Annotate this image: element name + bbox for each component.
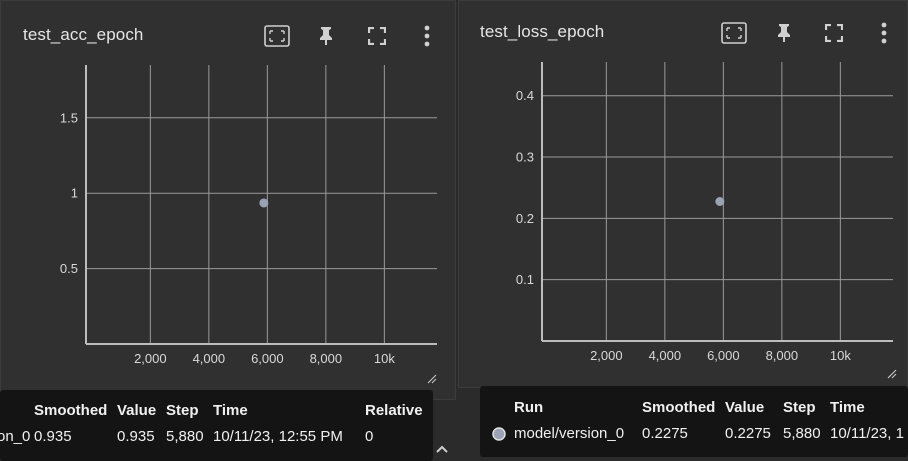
header-time: Time [830,399,865,416]
cell-time: 10/11/23, 12:55 PM [213,428,343,445]
x-tick-label: 2,000 [590,348,623,363]
x-tick-label: 10k [374,351,395,366]
chart-card-test-acc-epoch: test_acc_epoch 2,000 4,000 6,000 8,000 10k 0.… [0,0,456,400]
x-tick-label: 8,000 [766,348,799,363]
chevron-up-icon[interactable] [435,444,449,454]
chart-test-acc-epoch[interactable]: 2,000 4,000 6,000 8,000 10k 0.5 1 1.5 [1,1,456,400]
header-step: Step [783,399,816,416]
y-tick-label: 0.2 [516,211,534,226]
cell-smoothed: 0.2275 [642,425,688,442]
cell-time: 10/11/23, 1 [830,425,904,442]
x-tick-label: 4,000 [193,351,226,366]
header-time: Time [213,402,248,419]
cell-value: 0.2275 [725,425,771,442]
y-tick-label: 1 [71,186,78,201]
cell-value: 0.935 [117,428,155,445]
resize-handle-icon[interactable] [427,374,437,384]
x-tick-label: 6,000 [707,348,740,363]
chart-card-test-loss-epoch: test_loss_epoch 2,000 4,000 6,000 8,000 10k 0… [458,0,908,388]
x-tick-label: 8,000 [310,351,343,366]
header-smoothed: Smoothed [642,399,716,416]
y-tick-label: 0.1 [516,272,534,287]
y-tick-label: 0.5 [60,261,78,276]
y-tick-label: 1.5 [60,110,78,125]
header-relative: Relative [365,402,423,419]
x-tick-label: 2,000 [134,351,167,366]
chart-test-loss-epoch[interactable]: 2,000 4,000 6,000 8,000 10k 0.1 0.2 0.3 0.4 [459,1,908,388]
header-value: Value [725,399,765,416]
y-tick-label: 0.3 [516,150,534,165]
x-tick-label: 4,000 [649,348,682,363]
y-tick-label: 0.4 [516,88,534,103]
header-value: Value [117,402,157,419]
cell-run: model/version_0 [514,425,625,442]
cell-step: 5,880 [166,428,204,445]
cell-smoothed: 0.935 [34,428,72,445]
tooltip-test-acc-epoch: Smoothed Value Step Time Relative on_0 0… [0,390,433,461]
data-point[interactable] [715,197,725,206]
resize-handle-icon[interactable] [887,369,897,379]
x-tick-label: 6,000 [251,351,284,366]
tooltip-test-loss-epoch: Run Smoothed Value Step Time model/versi… [480,386,908,457]
cell-relative: 0 [365,428,374,445]
data-point[interactable] [259,198,269,208]
header-run: Run [514,399,544,416]
cell-step: 5,880 [783,425,821,442]
header-step: Step [166,402,199,419]
header-smoothed: Smoothed [34,402,108,419]
x-tick-label: 10k [830,348,851,363]
run-color-dot-icon [492,427,506,441]
cell-run: on_0 [0,428,31,445]
